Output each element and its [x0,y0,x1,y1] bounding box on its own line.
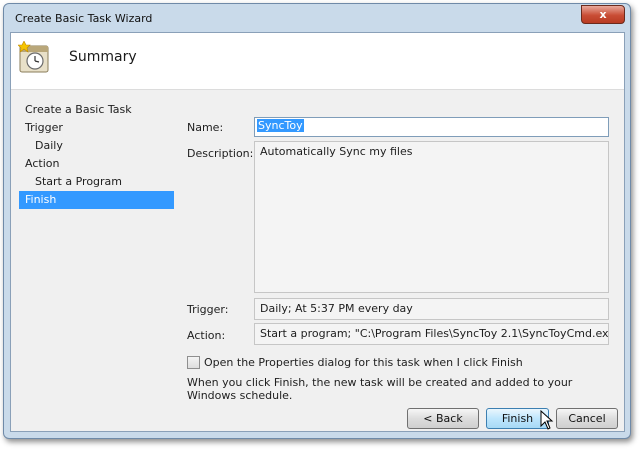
trigger-label: Trigger: [187,303,229,316]
name-field[interactable]: SyncToy [254,117,609,137]
wizard-steps-nav: Create a Basic Task Trigger Daily Action… [19,101,174,209]
action-field[interactable]: Start a program; "C:\Program Files\SyncT… [254,323,609,345]
nav-item-create-basic-task[interactable]: Create a Basic Task [19,101,174,119]
action-value: Start a program; "C:\Program Files\SyncT… [260,327,609,340]
finish-info-text: When you click Finish, the new task will… [187,376,573,402]
wizard-window: Create Basic Task Wizard x Summary Creat… [3,3,631,439]
trigger-value: Daily; At 5:37 PM every day [260,302,413,315]
nav-item-action[interactable]: Action [19,155,174,173]
task-clock-icon [18,41,49,73]
nav-item-daily[interactable]: Daily [19,137,174,155]
nav-item-finish[interactable]: Finish [19,191,174,209]
name-label: Name: [187,121,224,134]
page-title: Summary [69,49,137,65]
nav-item-start-a-program[interactable]: Start a Program [19,173,174,191]
open-properties-label[interactable]: Open the Properties dialog for this task… [204,356,523,369]
window-title: Create Basic Task Wizard [15,12,153,25]
cancel-button[interactable]: Cancel [556,408,618,429]
back-button[interactable]: < Back [407,408,479,429]
mouse-pointer-icon [540,410,554,430]
action-label: Action: [187,329,226,342]
nav-item-trigger[interactable]: Trigger [19,119,174,137]
close-button[interactable]: x [581,5,625,24]
wizard-client-area: Summary Create a Basic Task Trigger Dail… [10,32,625,432]
description-label: Description: [187,147,254,160]
name-value: SyncToy [257,119,304,132]
open-properties-checkbox[interactable] [187,356,200,369]
description-field[interactable]: Automatically Sync my files [254,141,609,293]
header-band: Summary [11,33,624,90]
description-value: Automatically Sync my files [260,145,413,158]
close-icon: x [599,8,607,21]
trigger-field[interactable]: Daily; At 5:37 PM every day [254,298,609,320]
